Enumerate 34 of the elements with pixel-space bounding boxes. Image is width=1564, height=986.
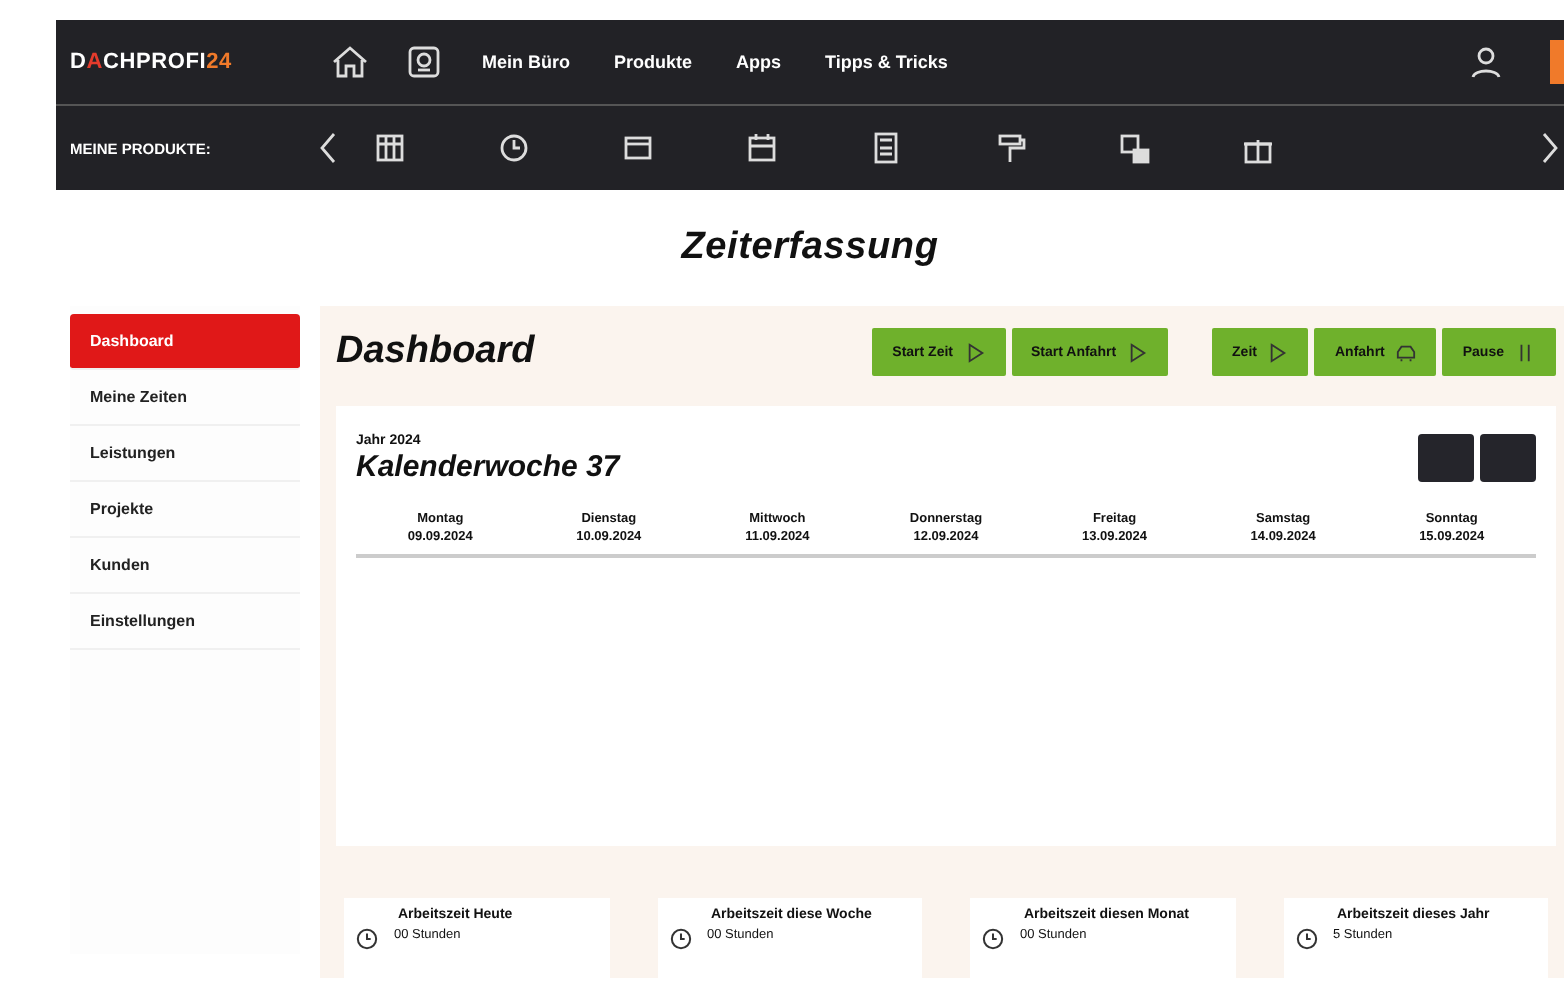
- sidebar-item[interactable]: Dashboard: [70, 314, 300, 370]
- chevron-left-icon[interactable]: [318, 130, 338, 166]
- dashboard-heading: Dashboard: [336, 330, 537, 374]
- clock-icon: [1295, 928, 1317, 950]
- sidebar-item[interactable]: Leistungen: [70, 426, 300, 482]
- car-icon: [1396, 341, 1417, 363]
- calendar-icon[interactable]: [746, 132, 778, 164]
- sidebar-item[interactable]: Projekte: [70, 482, 300, 538]
- nav-link[interactable]: Tipps & Tricks: [825, 52, 948, 72]
- sidebar-item[interactable]: Einstellungen: [70, 594, 300, 650]
- grid-icon[interactable]: [374, 132, 406, 164]
- clock-icon[interactable]: [498, 132, 530, 164]
- chevron-right-icon[interactable]: [1540, 130, 1560, 166]
- play-icon: [1268, 341, 1289, 363]
- clock-icon: [669, 928, 691, 950]
- user-icon[interactable]: [1470, 46, 1502, 78]
- roller-icon[interactable]: [994, 132, 1026, 164]
- clock-icon: [982, 928, 1004, 950]
- week-title: Kalenderwoche 37: [356, 450, 620, 484]
- clock-icon: [356, 928, 378, 950]
- play-icon: [965, 341, 985, 363]
- pause-icon: [1516, 341, 1536, 363]
- play-icon: [1128, 341, 1149, 363]
- sidebar-item[interactable]: Kunden: [70, 538, 300, 594]
- calculator-icon[interactable]: [870, 132, 902, 164]
- nav-link[interactable]: Apps: [736, 52, 782, 72]
- nav-link[interactable]: Produkte: [614, 52, 693, 72]
- sidebar-item[interactable]: Meine Zeiten: [70, 370, 300, 426]
- window-icon[interactable]: [622, 132, 654, 164]
- nav-link[interactable]: Mein Büro: [482, 52, 570, 72]
- page-title: Zeiterfassung: [678, 224, 941, 272]
- logo: DACHPROFI24: [70, 50, 234, 74]
- home-icon[interactable]: [330, 44, 370, 80]
- app-icon[interactable]: [406, 44, 442, 80]
